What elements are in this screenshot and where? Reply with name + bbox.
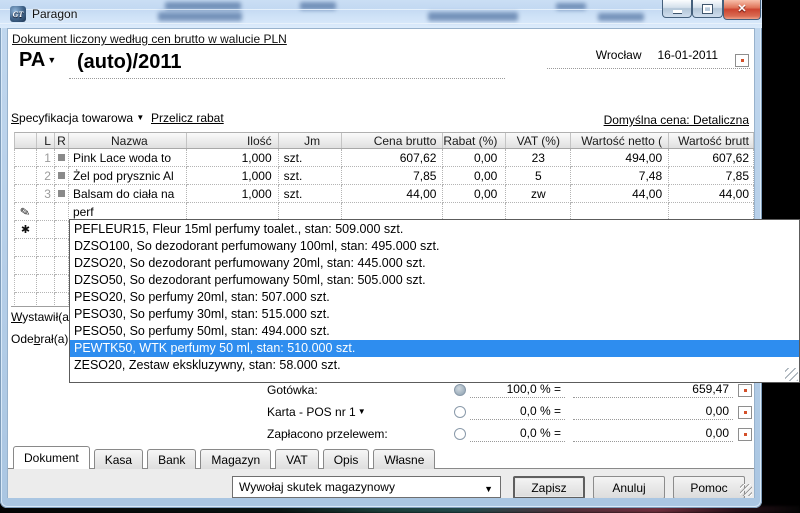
cash-label: Gotówka: — [267, 383, 318, 397]
col-nazwa: Nazwa — [69, 133, 187, 148]
issued-by-label: Wystawił(a): — [11, 310, 76, 324]
table-row[interactable]: 2 Żel pod prysznic Al 1,000 szt. 7,85 0,… — [14, 167, 754, 185]
cash-radio[interactable] — [454, 384, 466, 396]
transfer-amount-field[interactable]: 0,00 — [573, 424, 733, 442]
transfer-percent-field[interactable]: 0,0 % = — [470, 424, 565, 442]
chevron-down-icon: ▼ — [136, 113, 144, 122]
col-cena-brutto: Cena brutto — [342, 133, 444, 148]
calculator-icon[interactable] — [738, 406, 752, 419]
app-gt-icon: GT — [10, 6, 26, 22]
minimize-button[interactable] — [662, 0, 692, 18]
footer-panel: Wywołaj skutek magazynowy ▼ Zapisz Anulu… — [8, 469, 755, 498]
payment-row-card: Karta - POS nr 1▼ 0,0 % = 0,00 — [8, 404, 755, 422]
suggestion-item[interactable]: PESO50, So perfumy 50ml, stan: 494.000 s… — [70, 323, 799, 340]
col-jm: Jm — [279, 133, 342, 148]
warehouse-effect-combobox[interactable]: Wywołaj skutek magazynowy ▼ — [232, 476, 501, 498]
suggestion-item[interactable]: DZSO20, So dezodorant perfumowany 20ml, … — [70, 255, 799, 272]
help-button[interactable]: Pomoc — [673, 476, 745, 498]
doc-city: Wrocław — [596, 48, 642, 62]
close-icon: ✕ — [737, 4, 746, 15]
table-row[interactable]: 1 Pink Lace woda to 1,000 szt. 607,62 0,… — [14, 149, 754, 167]
card-amount-field[interactable]: 0,00 — [573, 402, 733, 420]
reservation-icon — [58, 190, 65, 197]
chevron-down-icon: ▼ — [47, 55, 56, 65]
calculator-icon[interactable] — [738, 384, 752, 397]
background-row-divider — [0, 23, 762, 24]
edit-pencil-icon: ✎ — [19, 204, 31, 220]
combobox-value: Wywołaj skutek magazynowy — [239, 480, 395, 494]
payment-row-cash: Gotówka: 100,0 % = 659,47 — [8, 382, 755, 400]
col-ilosc: Ilość — [187, 133, 279, 148]
card-radio[interactable] — [454, 406, 466, 418]
background-row-divider — [0, 9, 762, 10]
minimize-icon — [673, 10, 682, 13]
bottom-tabs: Dokument Kasa Bank Magazyn VAT Opis Włas… — [13, 446, 435, 469]
tab-wlasne[interactable]: Własne — [373, 449, 435, 469]
suggestion-item[interactable]: DZSO50, So dezodorant perfumowany 50ml, … — [70, 272, 799, 289]
tab-vat[interactable]: VAT — [275, 449, 319, 469]
tab-opis[interactable]: Opis — [323, 449, 370, 469]
spec-menu[interactable]: Specyfikacja towarowa ▼ — [11, 111, 144, 125]
doc-date: 16-01-2011 — [658, 48, 719, 62]
popup-resize-grip[interactable] — [785, 368, 798, 381]
col-r: R — [55, 133, 69, 148]
background-text-blob — [158, 12, 242, 21]
reservation-icon — [58, 154, 65, 161]
tab-bank[interactable]: Bank — [147, 449, 196, 469]
suggestion-item-selected[interactable]: PEWTK50, WTK perfumy 50 ml, stan: 510.00… — [70, 340, 799, 357]
doc-place-date-field[interactable]: Wrocław 16-01-2011 — [547, 42, 750, 69]
col-l: L — [37, 133, 55, 148]
suggestion-item[interactable]: ZESO20, Zestaw ekskluzywny, stan: 58.000… — [70, 357, 799, 374]
suggestion-item[interactable]: PESO20, So perfumy 20ml, stan: 507.000 s… — [70, 289, 799, 306]
window-title: Paragon — [32, 7, 77, 21]
screen: GT Paragon ✕ Dokument liczony według cen… — [0, 0, 800, 513]
cancel-button[interactable]: Anuluj — [593, 476, 665, 498]
transfer-label: Zapłacono przelewem: — [267, 427, 388, 441]
col-vat: VAT (%) — [506, 133, 571, 148]
col-wartosc-brutto: Wartość brutt — [669, 133, 754, 148]
transfer-radio[interactable] — [454, 428, 466, 440]
maximize-button[interactable] — [692, 0, 723, 18]
col-wartosc-netto: Wartość netto ( — [571, 133, 669, 148]
maximize-icon — [703, 5, 712, 13]
col-rabat: Rabat (%) — [443, 133, 506, 148]
tab-magazyn[interactable]: Magazyn — [200, 449, 271, 469]
card-percent-field[interactable]: 0,0 % = — [470, 402, 565, 420]
new-row-asterisk-icon: ✱ — [21, 223, 30, 236]
calculator-icon[interactable] — [738, 428, 752, 441]
close-button[interactable]: ✕ — [723, 0, 761, 20]
doc-number-field[interactable]: (auto)/2011 — [69, 51, 505, 79]
pricing-info-link[interactable]: Dokument liczony według cen brutto w wal… — [12, 32, 287, 46]
received-by-label: Odebrał(a): — [11, 332, 72, 346]
tab-dokument[interactable]: Dokument — [13, 446, 90, 469]
background-text-blob — [428, 12, 518, 21]
suggestion-item[interactable]: PESO30, So perfumy 30ml, stan: 515.000 s… — [70, 306, 799, 323]
doc-number: (auto)/2011 — [77, 51, 181, 74]
card-label[interactable]: Karta - POS nr 1▼ — [267, 405, 366, 419]
divider — [11, 306, 69, 307]
save-button[interactable]: Zapisz — [513, 476, 585, 498]
product-suggestions-popup: PEFLEUR15, Fleur 15ml perfumy toalet., s… — [69, 219, 800, 383]
calendar-icon[interactable] — [735, 54, 749, 67]
background-text-blob — [598, 13, 644, 21]
resize-grip[interactable] — [740, 484, 752, 496]
chevron-down-icon: ▼ — [484, 484, 493, 494]
title-bar[interactable]: GT Paragon ✕ — [0, 0, 762, 28]
suggestion-item[interactable]: DZSO100, So dezodorant perfumowany 100ml… — [70, 238, 799, 255]
spec-toolbar: Specyfikacja towarowa ▼ Przelicz rabat D… — [8, 111, 749, 127]
table-header: L R Nazwa Ilość Jm Cena brutto Rabat (%)… — [14, 132, 754, 149]
tab-kasa[interactable]: Kasa — [94, 449, 143, 469]
default-price-link[interactable]: Domyślna cena: Detaliczna — [604, 113, 749, 127]
chevron-down-icon: ▼ — [358, 407, 366, 416]
col-state — [15, 133, 37, 148]
suggestion-item[interactable]: PEFLEUR15, Fleur 15ml perfumy toalet., s… — [70, 221, 799, 238]
recalc-discount-link[interactable]: Przelicz rabat — [151, 111, 224, 125]
table-row[interactable]: 3 Balsam do ciała na 1,000 szt. 44,00 0,… — [14, 185, 754, 203]
payment-row-transfer: Zapłacono przelewem: 0,0 % = 0,00 — [8, 426, 755, 444]
reservation-icon — [58, 172, 65, 179]
doc-symbol-dropdown[interactable]: PA▼ — [19, 49, 56, 72]
